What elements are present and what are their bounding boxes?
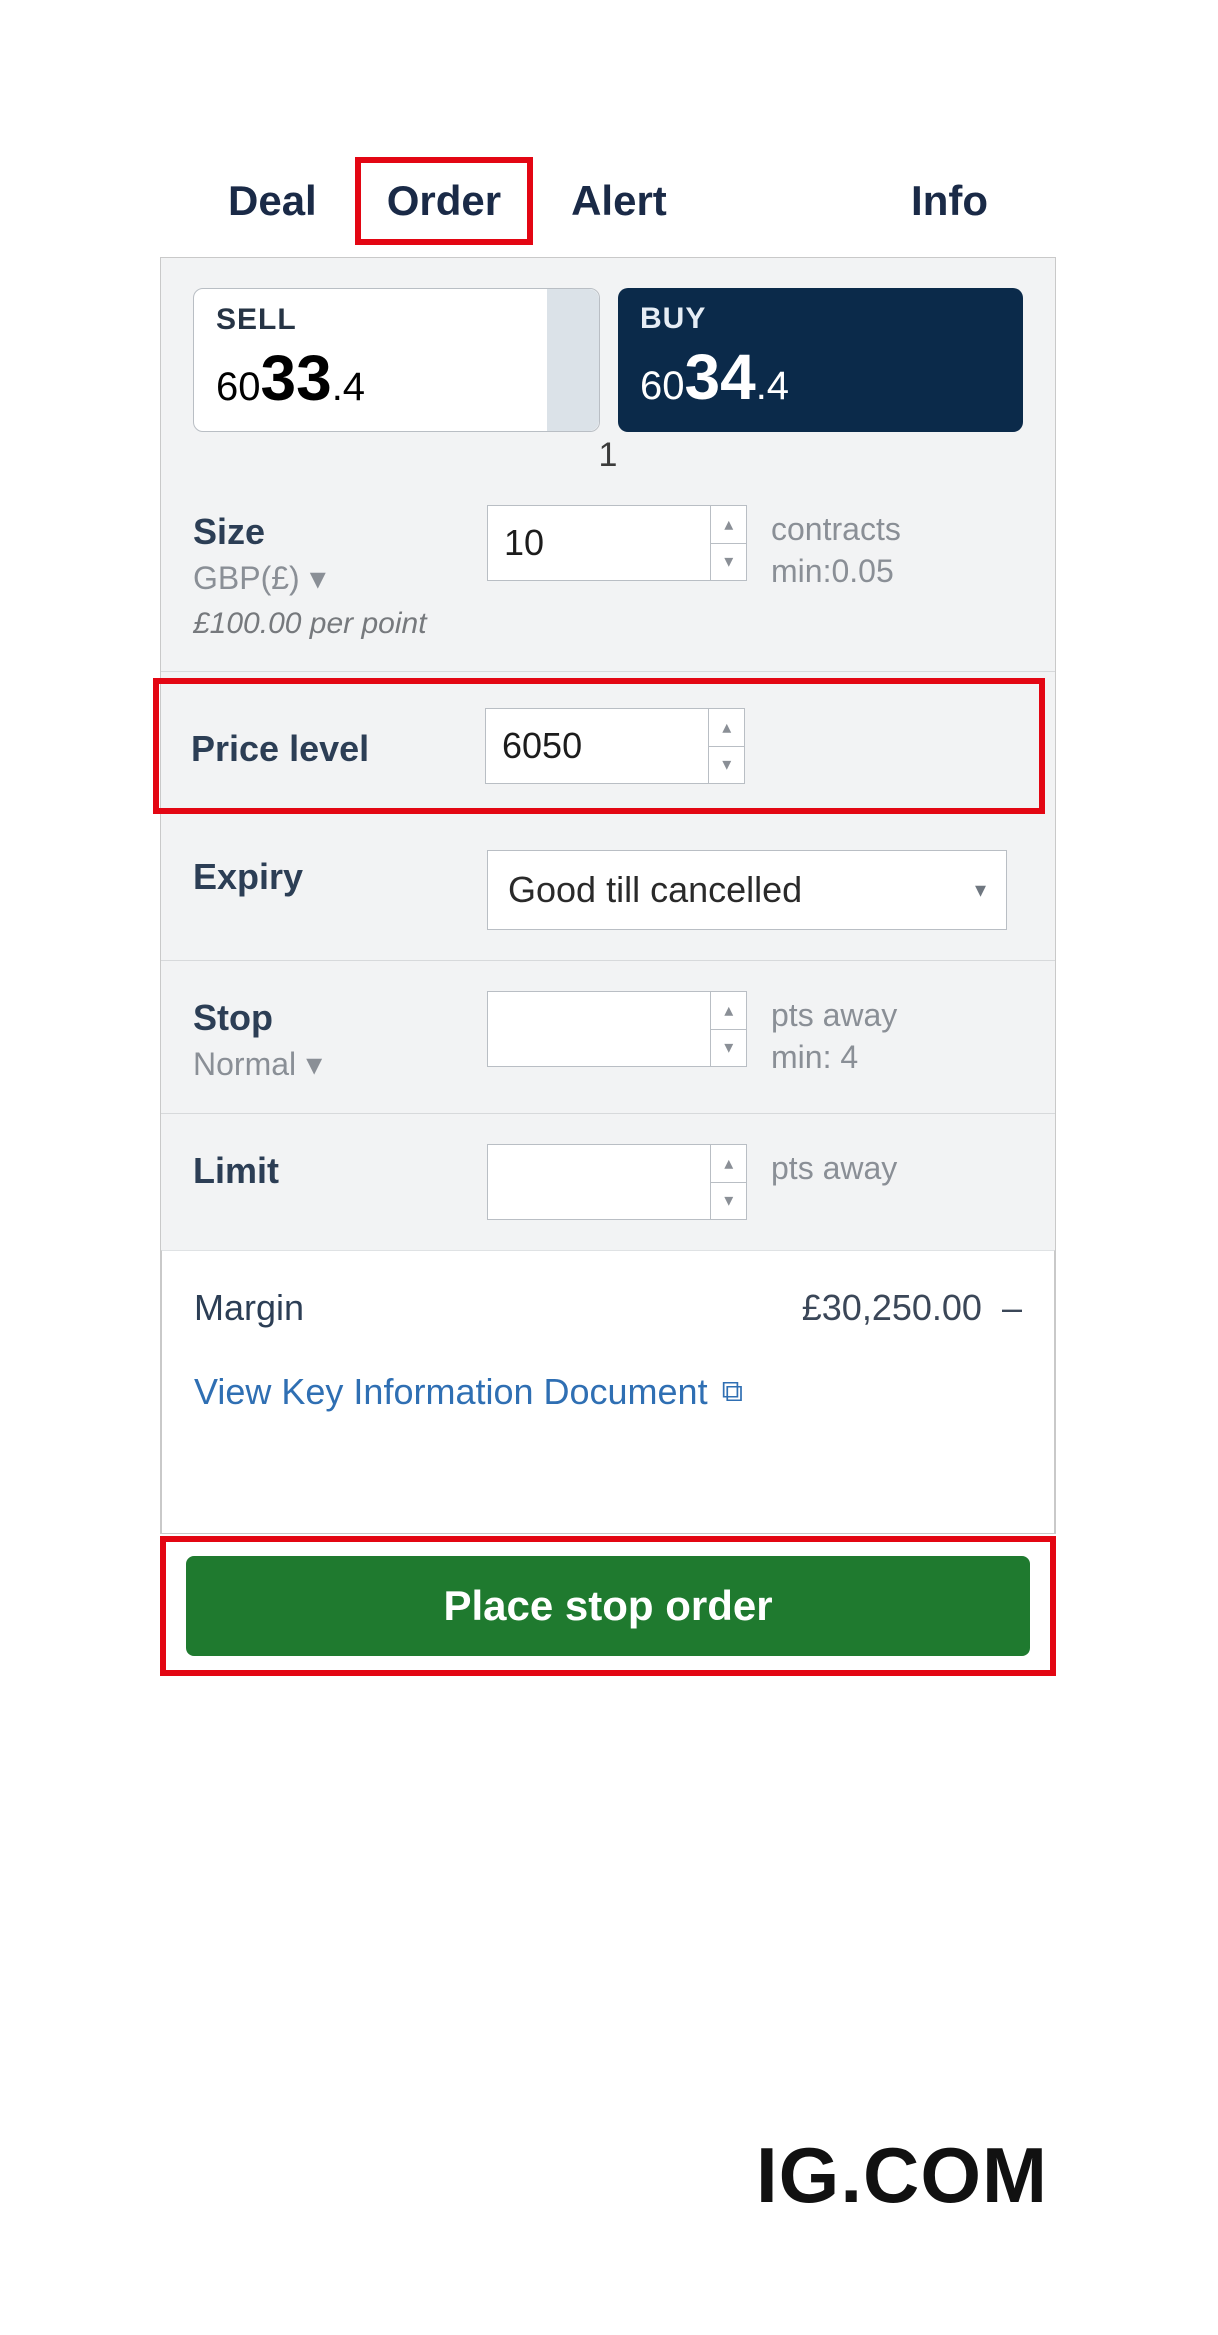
ticket-tabs: Deal Order Alert Info bbox=[160, 145, 1056, 257]
buy-label: BUY bbox=[640, 302, 1001, 336]
price-level-step-down[interactable] bbox=[709, 747, 744, 784]
kid-link-text: View Key Information Document bbox=[194, 1371, 708, 1413]
sell-prefix: 60 bbox=[216, 365, 261, 409]
size-input[interactable] bbox=[488, 506, 710, 580]
place-order-button[interactable]: Place stop order bbox=[186, 1556, 1030, 1656]
size-label: Size bbox=[193, 511, 463, 553]
limit-step-down[interactable] bbox=[711, 1183, 746, 1220]
price-level-label: Price level bbox=[191, 728, 461, 770]
order-ticket-panel: Deal Order Alert Info SELL 6033.4 BUY 60… bbox=[160, 145, 1056, 1676]
stop-step-down[interactable] bbox=[711, 1030, 746, 1067]
spread-value: 1 bbox=[161, 436, 1055, 475]
chevron-down-icon bbox=[975, 877, 986, 903]
stop-stepper[interactable] bbox=[487, 991, 747, 1067]
size-currency-text: GBP(£) bbox=[193, 560, 300, 597]
price-level-input[interactable] bbox=[486, 709, 708, 783]
tab-info[interactable]: Info bbox=[873, 159, 1026, 243]
stop-spinner bbox=[710, 992, 746, 1066]
buy-big: 34 bbox=[685, 341, 756, 413]
limit-stepper[interactable] bbox=[487, 1144, 747, 1220]
submit-highlight: Place stop order bbox=[160, 1536, 1056, 1676]
chevron-down-icon bbox=[306, 1045, 322, 1083]
tab-alert[interactable]: Alert bbox=[533, 159, 705, 243]
sell-button[interactable]: SELL 6033.4 bbox=[193, 288, 600, 432]
stop-type-text: Normal bbox=[193, 1046, 296, 1083]
kid-link[interactable]: View Key Information Document ⧉ bbox=[194, 1371, 1022, 1413]
buy-prefix: 60 bbox=[640, 364, 685, 408]
margin-value: £30,250.00 – bbox=[802, 1287, 1022, 1329]
size-min: min:0.05 bbox=[771, 551, 901, 593]
chevron-up-icon bbox=[722, 717, 731, 738]
size-currency-selector[interactable]: GBP(£) bbox=[193, 559, 463, 597]
price-buttons: SELL 6033.4 BUY 6034.4 bbox=[161, 258, 1055, 440]
stop-input[interactable] bbox=[488, 992, 710, 1066]
size-unit: contracts bbox=[771, 509, 901, 551]
tab-order[interactable]: Order bbox=[355, 157, 533, 245]
size-step-up[interactable] bbox=[711, 506, 746, 544]
brand-watermark: IG.COM bbox=[756, 2130, 1048, 2221]
limit-step-up[interactable] bbox=[711, 1145, 746, 1183]
buy-frac: .4 bbox=[756, 364, 789, 408]
margin-amount: £30,250.00 bbox=[802, 1287, 982, 1328]
stop-label: Stop bbox=[193, 997, 463, 1039]
price-level-row: Price level bbox=[153, 678, 1045, 814]
expiry-row: Expiry Good till cancelled bbox=[161, 820, 1055, 961]
sell-label: SELL bbox=[216, 303, 577, 337]
price-level-step-up[interactable] bbox=[709, 709, 744, 747]
buy-price: 6034.4 bbox=[640, 340, 1001, 414]
limit-input[interactable] bbox=[488, 1145, 710, 1219]
margin-section: Margin £30,250.00 – View Key Information… bbox=[161, 1250, 1055, 1534]
stop-meta: pts away min: 4 bbox=[771, 991, 897, 1078]
external-link-icon: ⧉ bbox=[722, 1375, 743, 1409]
sell-frac: .4 bbox=[332, 365, 365, 409]
chevron-up-icon bbox=[724, 1000, 733, 1021]
limit-spinner bbox=[710, 1145, 746, 1219]
stop-type-selector[interactable]: Normal bbox=[193, 1045, 463, 1083]
stop-unit: pts away bbox=[771, 995, 897, 1037]
limit-unit: pts away bbox=[771, 1148, 897, 1190]
buy-button[interactable]: BUY 6034.4 bbox=[618, 288, 1023, 432]
chevron-down-icon bbox=[722, 754, 731, 775]
chevron-down-icon bbox=[724, 1190, 733, 1211]
size-spinner bbox=[710, 506, 746, 580]
ticket-body: SELL 6033.4 BUY 6034.4 1 Size GBP(£) £ bbox=[160, 257, 1056, 1534]
chevron-down-icon bbox=[724, 551, 733, 572]
size-stepper[interactable] bbox=[487, 505, 747, 581]
price-level-stepper[interactable] bbox=[485, 708, 745, 784]
stop-row: Stop Normal pts away min: 4 bbox=[161, 961, 1055, 1114]
tab-deal[interactable]: Deal bbox=[190, 159, 355, 243]
margin-label: Margin bbox=[194, 1287, 304, 1329]
size-row: Size GBP(£) £100.00 per point contracts … bbox=[161, 475, 1055, 672]
size-per-point: £100.00 per point bbox=[193, 607, 463, 641]
sell-price: 6033.4 bbox=[216, 341, 577, 415]
limit-meta: pts away bbox=[771, 1144, 897, 1190]
stop-min: min: 4 bbox=[771, 1037, 897, 1079]
expiry-value: Good till cancelled bbox=[508, 869, 802, 911]
chevron-down-icon bbox=[724, 1037, 733, 1058]
size-meta: contracts min:0.05 bbox=[771, 505, 901, 592]
margin-suffix: – bbox=[1002, 1287, 1022, 1328]
limit-label: Limit bbox=[193, 1150, 463, 1192]
stop-step-up[interactable] bbox=[711, 992, 746, 1030]
chevron-up-icon bbox=[724, 1153, 733, 1174]
limit-row: Limit pts away bbox=[161, 1114, 1055, 1250]
expiry-select[interactable]: Good till cancelled bbox=[487, 850, 1007, 930]
chevron-down-icon bbox=[310, 559, 326, 597]
sell-big: 33 bbox=[261, 342, 332, 414]
size-step-down[interactable] bbox=[711, 544, 746, 581]
expiry-label: Expiry bbox=[193, 856, 463, 898]
chevron-up-icon bbox=[724, 514, 733, 535]
price-level-spinner bbox=[708, 709, 744, 783]
